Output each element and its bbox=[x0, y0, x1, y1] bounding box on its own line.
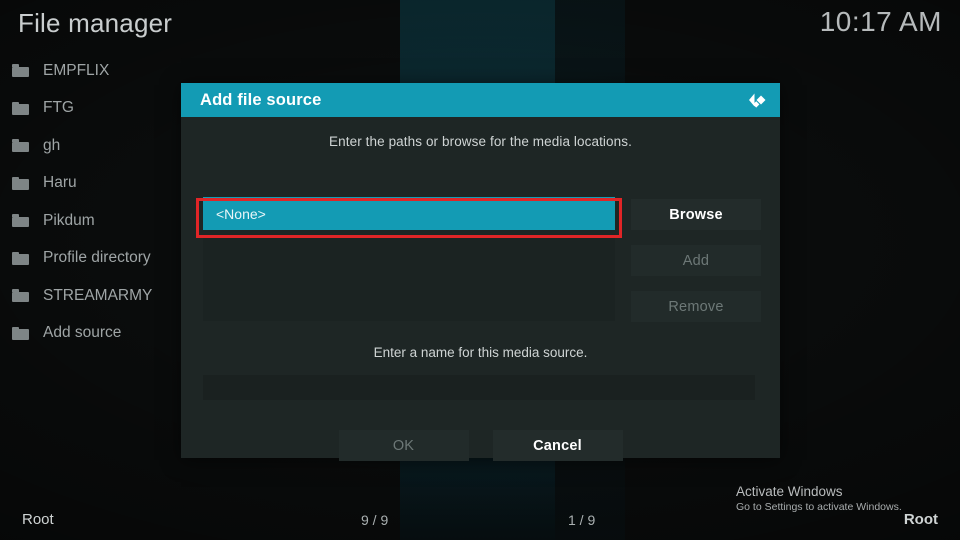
sidebar-item-gh[interactable]: gh bbox=[0, 127, 190, 165]
dialog-footer-buttons: OK Cancel bbox=[181, 430, 780, 461]
folder-icon bbox=[12, 176, 29, 190]
windows-activation-watermark: Activate Windows Go to Settings to activ… bbox=[736, 484, 936, 515]
sidebar-item-add-source[interactable]: Add source bbox=[0, 315, 190, 353]
dialog-hint: Enter the paths or browse for the media … bbox=[329, 134, 632, 149]
sidebar-item-label: EMPFLIX bbox=[43, 61, 110, 79]
file-source-list: EMPFLIX FTG gh Haru Pikdum Profile direc… bbox=[0, 52, 190, 352]
watermark-title: Activate Windows bbox=[736, 484, 843, 500]
dialog-title-bar: Add file source bbox=[181, 83, 780, 117]
status-left-count: 9 / 9 bbox=[361, 512, 389, 528]
folder-icon bbox=[12, 326, 29, 340]
add-file-source-dialog: Add file source Enter the paths or brows… bbox=[181, 83, 780, 461]
name-hint: Enter a name for this media source. bbox=[373, 345, 588, 360]
sidebar-item-empflix[interactable]: EMPFLIX bbox=[0, 52, 190, 90]
sidebar-item-label: STREAMARMY bbox=[43, 286, 153, 304]
dialog-body: Enter the paths or browse for the media … bbox=[181, 117, 780, 461]
page-title: File manager bbox=[18, 8, 173, 38]
sidebar-item-label: FTG bbox=[43, 99, 74, 117]
paths-area: <None> bbox=[203, 197, 615, 321]
sidebar-item-pikdum[interactable]: Pikdum bbox=[0, 202, 190, 240]
clock: 10:17 AM bbox=[819, 6, 942, 37]
sidebar-item-haru[interactable]: Haru bbox=[0, 165, 190, 203]
sidebar-item-profile-directory[interactable]: Profile directory bbox=[0, 240, 190, 278]
ok-button[interactable]: OK bbox=[338, 430, 469, 461]
sidebar-item-label: Add source bbox=[43, 324, 122, 342]
folder-icon bbox=[12, 139, 29, 153]
add-button[interactable]: Add bbox=[631, 245, 761, 276]
sidebar-item-label: Profile directory bbox=[43, 249, 151, 267]
path-action-buttons: Browse Add Remove bbox=[631, 199, 761, 322]
folder-icon bbox=[12, 101, 29, 115]
folder-icon bbox=[12, 64, 29, 78]
path-entry-selected[interactable]: <None> bbox=[203, 197, 615, 230]
status-right-count: 1 / 9 bbox=[568, 512, 596, 528]
remove-button[interactable]: Remove bbox=[631, 291, 761, 322]
watermark-subtitle: Go to Settings to activate Windows. bbox=[736, 501, 902, 514]
sidebar-item-label: Haru bbox=[43, 174, 77, 192]
path-entry-value: <None> bbox=[216, 205, 266, 222]
sidebar-item-streamarmy[interactable]: STREAMARMY bbox=[0, 277, 190, 315]
cancel-button[interactable]: Cancel bbox=[492, 430, 623, 461]
sidebar-item-label: Pikdum bbox=[43, 211, 95, 229]
source-name-input[interactable] bbox=[203, 375, 755, 400]
dialog-title: Add file source bbox=[200, 90, 322, 109]
kodi-logo-icon bbox=[743, 88, 769, 112]
path-list[interactable] bbox=[203, 235, 615, 321]
sidebar-item-label: gh bbox=[43, 136, 61, 154]
folder-icon bbox=[12, 289, 29, 303]
sidebar-item-ftg[interactable]: FTG bbox=[0, 90, 190, 128]
browse-button[interactable]: Browse bbox=[631, 199, 761, 230]
folder-icon bbox=[12, 214, 29, 228]
status-left-path: Root bbox=[22, 511, 54, 528]
kodi-screen: File manager 10:17 AM EMPFLIX FTG gh Har… bbox=[0, 0, 960, 540]
folder-icon bbox=[12, 251, 29, 265]
